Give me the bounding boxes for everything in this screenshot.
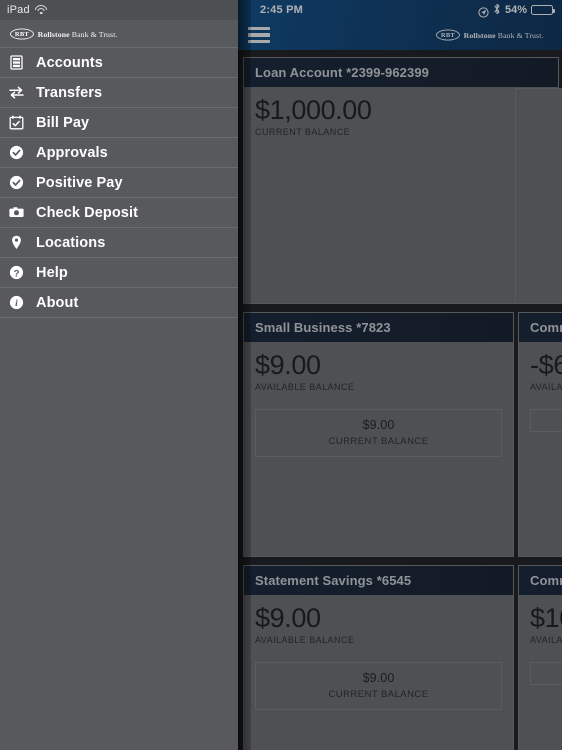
- account-card[interactable]: Comm $10 AVAILAB: [518, 565, 562, 750]
- sidebar-item-locations[interactable]: Locations: [0, 228, 238, 258]
- account-card-header: Comm: [519, 313, 562, 342]
- account-card-partial[interactable]: [515, 88, 562, 304]
- svg-text:i: i: [15, 298, 18, 309]
- account-title: Comm: [530, 320, 562, 335]
- account-card-header: Statement Savings *6545: [244, 566, 513, 595]
- logo-wordmark: Rollstone Bank & Trust.: [38, 29, 118, 38]
- account-card-header: Small Business *7823: [244, 313, 513, 342]
- sidebar-item-positive-pay[interactable]: Positive Pay: [0, 168, 238, 198]
- camera-icon: [8, 204, 25, 221]
- status-icon-group: 54%: [478, 3, 556, 18]
- drawer-brand-header: RBT Rollstone Bank & Trust.: [0, 20, 238, 48]
- sidebar-item-accounts[interactable]: Accounts: [0, 48, 238, 78]
- logo-wordmark: Rollstone Bank & Trust.: [464, 30, 544, 39]
- app-root: iPad RBT Rollstone Bank & Trust. Account…: [0, 0, 562, 750]
- logo-name-rest: Bank & Trust.: [69, 28, 118, 39]
- current-balance-label: CURRENT BALANCE: [328, 688, 429, 700]
- app-inner: 2:45 PM 54% RBT Rollstone Bank & Trust. …: [238, 0, 562, 750]
- account-card-body: $9.00 AVAILABLE BALANCE $9.00 CURRENT BA…: [244, 342, 513, 457]
- account-title: Comm: [530, 573, 562, 588]
- current-balance-box: [530, 661, 562, 685]
- current-balance-amount: $9.00: [362, 417, 395, 432]
- account-balance-label: AVAILABLE BALANCE: [255, 381, 355, 392]
- logo-name-bold: Rollstone: [37, 28, 70, 39]
- battery-percent-label: 54%: [504, 4, 527, 16]
- location-arrow-icon: [478, 5, 489, 18]
- current-balance-amount: $9.00: [362, 670, 395, 685]
- sidebar-label: Approvals: [36, 144, 108, 161]
- app-top-bar: 2:45 PM 54% RBT Rollstone Bank & Trust.: [238, 0, 562, 50]
- account-card[interactable]: Statement Savings *6545 $9.00 AVAILABLE …: [243, 565, 514, 750]
- sidebar-item-about[interactable]: i About: [0, 288, 238, 318]
- sidebar-label: Check Deposit: [36, 204, 139, 221]
- navbar-bank-logo: RBT Rollstone Bank & Trust.: [436, 29, 544, 41]
- account-balance-label: AVAILAB: [530, 634, 562, 645]
- ios-status-bar: 2:45 PM 54%: [238, 0, 562, 20]
- sidebar-item-approvals[interactable]: Approvals: [0, 138, 238, 168]
- account-card-body: $1,000.00 CURRENT BALANCE: [244, 87, 558, 137]
- account-amount: $1,000.00: [255, 95, 372, 125]
- sidebar-label: Accounts: [36, 54, 103, 71]
- bank-drawers-icon: [8, 54, 25, 71]
- calendar-check-icon: [8, 114, 25, 131]
- account-card-header: Comm: [519, 566, 562, 595]
- account-balance-label: AVAILABLE BALANCE: [255, 634, 355, 645]
- account-card[interactable]: Small Business *7823 $9.00 AVAILABLE BAL…: [243, 312, 514, 557]
- app-navbar: RBT Rollstone Bank & Trust.: [238, 20, 562, 50]
- current-balance-box: $9.00 CURRENT BALANCE: [255, 408, 502, 457]
- sidebar-item-bill-pay[interactable]: Bill Pay: [0, 108, 238, 138]
- sidebar-nav-list: Accounts Transfers Bill Pay Approvals Po…: [0, 48, 238, 318]
- account-card-body: $10 AVAILAB: [519, 595, 562, 685]
- sidebar-item-help[interactable]: ? Help: [0, 258, 238, 288]
- account-amount: $9.00: [255, 603, 321, 633]
- sidebar-label: About: [36, 294, 79, 311]
- current-balance-box: [530, 408, 562, 432]
- logo-monogram: RBT: [10, 27, 34, 40]
- sidebar-label: Positive Pay: [36, 174, 123, 191]
- logo-monogram: RBT: [436, 29, 461, 41]
- device-label: iPad: [7, 4, 30, 16]
- hamburger-menu-icon[interactable]: [248, 27, 270, 43]
- status-time: 2:45 PM: [260, 4, 303, 16]
- bluetooth-icon: [493, 3, 501, 18]
- sidebar-label: Help: [36, 264, 68, 281]
- account-card[interactable]: Loan Account *2399-962399 $1,000.00 CURR…: [243, 57, 559, 304]
- account-amount: $9.00: [255, 350, 321, 380]
- question-circle-icon: ?: [8, 264, 25, 281]
- account-card-header: Loan Account *2399-962399: [244, 58, 558, 87]
- app-content-panel: 2:45 PM 54% RBT Rollstone Bank & Trust. …: [238, 0, 562, 750]
- sidebar-item-check-deposit[interactable]: Check Deposit: [0, 198, 238, 228]
- account-title: Loan Account *2399-962399: [255, 65, 429, 80]
- account-amount: -$6: [530, 350, 562, 380]
- sidebar-label: Locations: [36, 234, 106, 251]
- logo-name-bold: Rollstone: [463, 30, 496, 40]
- account-amount: $10: [530, 603, 562, 633]
- map-pin-icon: [8, 234, 25, 251]
- account-balance-label: CURRENT BALANCE: [255, 126, 351, 137]
- current-balance-label: CURRENT BALANCE: [328, 435, 429, 447]
- account-balance-label: AVAILAB: [530, 381, 562, 392]
- account-card-body: -$6 AVAILAB: [519, 342, 562, 432]
- current-balance-box: $9.00 CURRENT BALANCE: [255, 661, 502, 710]
- account-card[interactable]: Comm -$6 AVAILAB: [518, 312, 562, 557]
- ipad-status-bar: iPad: [0, 0, 238, 20]
- check-badge-icon: [8, 144, 25, 161]
- battery-icon: [531, 5, 556, 15]
- svg-text:?: ?: [14, 268, 20, 279]
- check-badge-icon: [8, 174, 25, 191]
- account-card-body: $9.00 AVAILABLE BALANCE $9.00 CURRENT BA…: [244, 595, 513, 710]
- info-circle-icon: i: [8, 294, 25, 311]
- account-title: Statement Savings *6545: [255, 573, 412, 588]
- sidebar-label: Transfers: [36, 84, 103, 101]
- transfer-arrows-icon: [8, 84, 25, 101]
- navigation-drawer: iPad RBT Rollstone Bank & Trust. Account…: [0, 0, 238, 750]
- account-title: Small Business *7823: [255, 320, 391, 335]
- logo-name-rest: Bank & Trust.: [495, 30, 544, 40]
- wifi-icon: [35, 5, 48, 15]
- sidebar-label: Bill Pay: [36, 114, 90, 131]
- sidebar-item-transfers[interactable]: Transfers: [0, 78, 238, 108]
- bank-logo: RBT Rollstone Bank & Trust.: [10, 27, 118, 40]
